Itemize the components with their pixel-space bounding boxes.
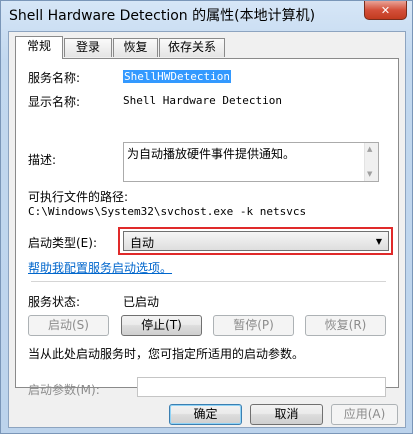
properties-window: Shell Hardware Detection 的属性(本地计算机) ✕ 常规… bbox=[0, 0, 413, 434]
startup-type-label: 启动类型(E): bbox=[28, 236, 97, 250]
service-name-label: 服务名称: bbox=[28, 71, 81, 85]
general-panel: 服务名称: ShellHWDetection 显示名称: Shell Hardw… bbox=[15, 58, 399, 397]
exe-path-label: 可执行文件的路径: bbox=[28, 190, 129, 204]
tab-recovery[interactable]: 恢复 bbox=[113, 38, 158, 57]
apply-button[interactable]: 应用(A) bbox=[331, 404, 398, 425]
start-params-hint: 当从此处启动服务时，您可指定所适用的启动参数。 bbox=[28, 347, 305, 361]
startup-type-value: 自动 bbox=[130, 236, 155, 250]
window-title: Shell Hardware Detection 的属性(本地计算机) bbox=[9, 8, 316, 24]
display-name-value[interactable]: Shell Hardware Detection bbox=[123, 94, 282, 107]
help-link[interactable]: 帮助我配置服务启动选项。 bbox=[28, 259, 172, 276]
tab-dependencies[interactable]: 依存关系 bbox=[159, 38, 225, 57]
tab-logon[interactable]: 登录 bbox=[64, 38, 112, 57]
service-name-value[interactable]: ShellHWDetection bbox=[123, 70, 231, 83]
display-name-label: 显示名称: bbox=[28, 95, 81, 109]
description-box[interactable]: 为自动播放硬件事件提供通知。 ▲ ▼ bbox=[123, 142, 379, 182]
start-params-input[interactable] bbox=[137, 377, 386, 397]
scroll-down-icon[interactable]: ▼ bbox=[367, 170, 372, 178]
close-icon: ✕ bbox=[380, 3, 391, 17]
resume-button[interactable]: 恢复(R) bbox=[305, 315, 386, 336]
stop-button[interactable]: 停止(T) bbox=[121, 315, 202, 336]
start-button[interactable]: 启动(S) bbox=[28, 315, 109, 336]
close-button[interactable]: ✕ bbox=[364, 1, 407, 20]
description-label: 描述: bbox=[28, 153, 57, 167]
separator bbox=[31, 281, 386, 282]
status-label: 服务状态: bbox=[28, 295, 81, 309]
scroll-up-icon[interactable]: ▲ bbox=[367, 145, 372, 153]
exe-path-value[interactable]: C:\Windows\System32\svchost.exe -k netsv… bbox=[28, 205, 306, 218]
start-params-label: 启动参数(M): bbox=[28, 383, 100, 397]
dropdown-arrow-icon: ▼ bbox=[375, 237, 382, 246]
description-value: 为自动播放硬件事件提供通知。 bbox=[127, 147, 296, 161]
title-bar[interactable]: Shell Hardware Detection 的属性(本地计算机) ✕ bbox=[1, 1, 412, 27]
dialog-client: 常规 登录 恢复 依存关系 服务名称: ShellHWDetection 显示名… bbox=[8, 31, 406, 428]
ok-button[interactable]: 确定 bbox=[169, 404, 242, 425]
tab-general[interactable]: 常规 bbox=[15, 36, 63, 59]
description-scrollbar[interactable]: ▲ ▼ bbox=[364, 143, 378, 181]
cancel-button[interactable]: 取消 bbox=[250, 404, 323, 425]
pause-button[interactable]: 暂停(P) bbox=[213, 315, 294, 336]
startup-type-select[interactable]: 自动 ▼ bbox=[123, 231, 389, 251]
status-value: 已启动 bbox=[123, 295, 160, 309]
